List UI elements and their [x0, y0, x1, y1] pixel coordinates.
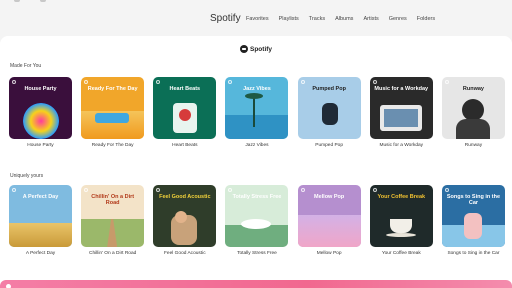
playlist-label[interactable]: Pumped Pop — [315, 143, 343, 148]
playlist-cover[interactable]: Heart Beats — [153, 77, 217, 139]
playlist-cover[interactable]: Music for a Workday — [369, 77, 433, 139]
spotify-badge-icon — [84, 188, 89, 192]
playlist-label[interactable]: House Party — [27, 143, 53, 148]
spotify-badge-icon — [300, 80, 305, 84]
cover-title: Pumped Pop — [312, 86, 346, 92]
brand: Spotify — [240, 45, 272, 53]
playlist-cover[interactable]: Pumped Pop — [297, 77, 361, 139]
section-title-made-for-you: Made For You — [10, 63, 42, 69]
playlist-card-house-party[interactable]: House Party House Party — [9, 77, 72, 148]
playlist-row-uniquely-yours: A Perfect Day A Perfect Day Chillin' On a … — [9, 185, 505, 256]
playlist-card-totally-stress-free[interactable]: Totally Stress Free Totally Stress Free — [225, 185, 289, 256]
playlist-cover[interactable]: Jazz Vibes — [225, 77, 289, 139]
playlist-label[interactable]: Heart Beats — [172, 143, 197, 148]
playlist-cover[interactable]: Totally Stress Free — [225, 185, 289, 247]
playlist-label[interactable]: A Perfect Day — [26, 251, 55, 256]
playlist-cover[interactable]: A Perfect Day — [9, 185, 72, 247]
cover-title: Music for a Workday — [374, 86, 429, 92]
spotify-badge-icon — [156, 80, 161, 84]
spotify-badge-icon — [444, 80, 449, 84]
cover-title: Totally Stress Free — [232, 194, 282, 200]
playlist-label[interactable]: Totally Stress Free — [237, 251, 277, 256]
spotify-badge-icon — [84, 80, 89, 84]
playlist-card-a-perfect-day[interactable]: A Perfect Day A Perfect Day — [9, 185, 72, 256]
playlist-label[interactable]: Mellow Pop — [317, 251, 342, 256]
playlist-cover[interactable]: Your Coffee Break — [369, 185, 433, 247]
playlist-label[interactable]: Your Coffee Break — [382, 251, 421, 256]
playlist-card-your-coffee-break[interactable]: Your Coffee Break Your Coffee Break — [369, 185, 433, 256]
nav-item-albums[interactable]: Albums — [335, 16, 353, 22]
cover-title: Mellow Pop — [314, 194, 345, 200]
playlist-cover[interactable]: Ready For The Day — [81, 77, 145, 139]
cover-title: Chillin' On a Dirt Road — [91, 194, 135, 206]
spotify-badge-icon — [300, 188, 305, 192]
playlist-label[interactable]: Chillin' On a Dirt Road — [89, 251, 136, 256]
cover-title: Ready For The Day — [87, 86, 138, 92]
cover-title: Heart Beats — [169, 86, 201, 92]
spotify-badge-icon — [444, 188, 449, 192]
spotify-logo-icon — [240, 45, 248, 53]
top-bar: Spotify Favorites Playlists Tracks Album… — [0, 0, 512, 36]
spotify-badge-icon — [372, 80, 377, 84]
playlist-cover[interactable]: House Party — [9, 77, 72, 139]
nav-item-folders[interactable]: Folders — [417, 16, 435, 22]
section-title-uniquely-yours: Uniquely yours — [10, 173, 44, 179]
cover-title: A Perfect Day — [22, 194, 59, 200]
cover-title: Jazz Vibes — [243, 86, 271, 92]
cover-title: Your Coffee Break — [377, 194, 426, 200]
spotify-badge-icon — [12, 188, 16, 192]
spotify-badge-icon — [228, 80, 233, 84]
playlist-card-mellow-pop[interactable]: Mellow Pop Mellow Pop — [297, 185, 361, 256]
nav-item-tracks[interactable]: Tracks — [309, 16, 325, 22]
playlist-card-ready-for-the-day[interactable]: Ready For The Day Ready For The Day — [81, 77, 145, 148]
playlist-card-heart-beats[interactable]: Heart Beats Heart Beats — [153, 77, 217, 148]
spotify-badge-icon — [372, 188, 377, 192]
playlist-label[interactable]: Ready For The Day — [92, 143, 134, 148]
playlist-cover[interactable]: Mellow Pop — [297, 185, 361, 247]
playlist-label[interactable]: Feel Good Acoustic — [164, 251, 206, 256]
nav-item-artists[interactable]: Artists — [363, 16, 378, 22]
cover-title: House Party — [24, 86, 57, 92]
spotify-badge-icon — [12, 80, 16, 84]
play-indicator-icon — [6, 284, 11, 288]
playlist-cover[interactable]: Runway — [441, 77, 505, 139]
top-nav: Favorites Playlists Tracks Albums Artist… — [246, 16, 445, 22]
playlist-label[interactable]: Music for a Workday — [379, 143, 423, 148]
playlist-cover[interactable]: Chillin' On a Dirt Road — [81, 185, 145, 247]
playlist-card-pumped-pop[interactable]: Pumped Pop Pumped Pop — [297, 77, 361, 148]
cover-title: Feel Good Acoustic — [159, 194, 211, 200]
playlist-cover[interactable]: Songs to Sing in the Car — [441, 185, 505, 247]
nav-item-favorites[interactable]: Favorites — [246, 16, 269, 22]
window-control-icon[interactable] — [40, 0, 46, 2]
playlist-card-jazz-vibes[interactable]: Jazz Vibes Jazz Vibes — [225, 77, 289, 148]
cover-title: Songs to Sing in the Car — [446, 194, 501, 206]
brand-name: Spotify — [250, 45, 273, 53]
playlist-label[interactable]: Songs to Sing in the Car — [447, 251, 499, 256]
spotify-badge-icon — [228, 188, 233, 192]
playlist-card-chillin-on-a-dirt-road[interactable]: Chillin' On a Dirt Road Chillin' On a Dir… — [81, 185, 145, 256]
nav-item-genres[interactable]: Genres — [389, 16, 407, 22]
playlist-label[interactable]: Runway — [465, 143, 482, 148]
playlist-label[interactable]: Jazz Vibes — [245, 143, 268, 148]
playlist-card-runway[interactable]: Runway Runway — [441, 77, 505, 148]
nav-item-playlists[interactable]: Playlists — [279, 16, 299, 22]
playlist-row-made-for-you: House Party House Party Ready For The Day R… — [9, 77, 505, 148]
spotify-badge-icon — [156, 188, 161, 192]
playlist-cover[interactable]: Feel Good Acoustic — [153, 185, 217, 247]
playlist-card-feel-good-acoustic[interactable]: Feel Good Acoustic Feel Good Acoustic — [153, 185, 217, 256]
now-playing-bar[interactable] — [0, 280, 512, 288]
cover-title: Runway — [462, 86, 484, 92]
app-title: Spotify — [210, 13, 241, 24]
window-control-icon[interactable] — [14, 0, 20, 2]
playlist-card-music-for-a-workday[interactable]: Music for a Workday Music for a Workday — [369, 77, 433, 148]
playlist-card-songs-to-sing-in-the-car[interactable]: Songs to Sing in the Car Songs to Sing in… — [441, 185, 505, 256]
